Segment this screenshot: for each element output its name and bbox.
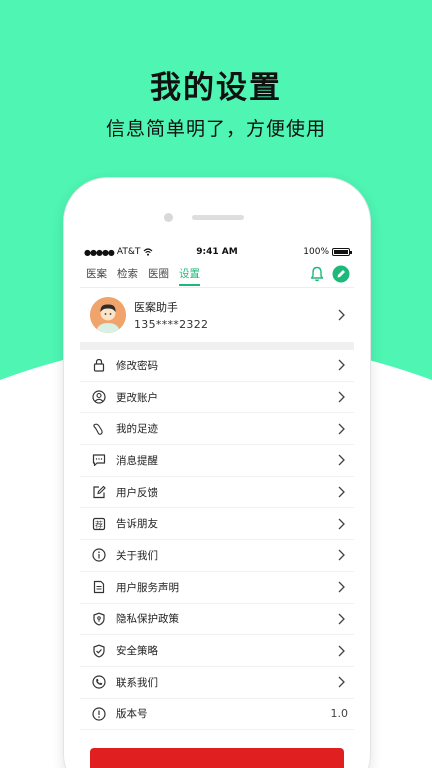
alert-icon [92,707,106,721]
menu-label: 用户反馈 [116,486,158,499]
menu-change-password[interactable]: 修改密码 [80,350,354,382]
app-screen: ●●●●● AT&T 9:41 AM 100% 医案 检索 医圈 设置 医案助手… [80,242,354,768]
document-icon [93,581,105,594]
menu-label: 更改账户 [116,391,158,404]
signal-icon: ●●●●● [84,247,115,257]
menu-label: 隐私保护政策 [116,613,179,626]
chevron-right-icon [338,613,345,625]
menu-label: 安全策略 [116,645,158,658]
earpiece-speaker [192,215,244,220]
menu-label: 关于我们 [116,549,158,562]
shield-icon [93,612,105,626]
avatar [90,297,126,333]
chevron-right-icon [338,309,345,321]
top-tab-bar: 医案 检索 医圈 设置 [80,262,354,288]
tab-circle[interactable]: 医圈 [148,266,169,284]
footprint-icon [93,423,103,435]
chevron-right-icon [338,454,345,466]
chevron-right-icon [338,645,345,656]
menu-service-statement[interactable]: 用户服务声明 [80,572,354,604]
battery-icon [332,248,352,256]
menu-contact-us[interactable]: 联系我们 [80,667,354,699]
wifi-icon [144,248,153,256]
menu-change-account[interactable]: 更改账户 [80,382,354,414]
logout-button[interactable] [90,748,344,768]
menu-notifications[interactable]: 消息提醒 [80,445,354,477]
bell-icon[interactable] [310,266,324,282]
menu-label: 告诉朋友 [116,518,158,531]
shield-check-icon [93,644,105,658]
lock-icon [93,359,105,372]
chevron-right-icon [338,676,345,688]
front-camera [164,213,173,222]
tab-yian[interactable]: 医案 [86,266,107,284]
menu-feedback[interactable]: 用户反馈 [80,477,354,509]
menu-about-us[interactable]: 关于我们 [80,540,354,572]
menu-label: 我的足迹 [116,423,158,436]
chevron-right-icon [338,486,345,498]
phone-mockup: ●●●●● AT&T 9:41 AM 100% 医案 检索 医圈 设置 医案助手… [64,178,370,768]
svg-text:荐: 荐 [95,519,103,529]
menu-label: 修改密码 [116,359,158,372]
menu-security-policy[interactable]: 安全策略 [80,635,354,667]
version-value: 1.0 [330,707,349,721]
profile-card[interactable]: 医案助手 135****2322 [80,288,354,342]
chevron-right-icon [338,581,345,593]
hero-subtitle: 信息简单明了，方便使用 [105,118,326,140]
carrier-label: AT&T [116,247,141,257]
menu-label: 联系我们 [116,676,158,689]
menu-label: 版本号 [116,708,148,721]
message-icon [92,454,106,467]
edit-icon[interactable] [332,265,350,283]
chevron-right-icon [338,359,345,371]
tab-search[interactable]: 检索 [117,266,138,284]
menu-label: 消息提醒 [116,454,158,467]
battery-percent: 100% [303,247,329,257]
status-bar: ●●●●● AT&T 9:41 AM 100% [80,242,354,262]
profile-name: 医案助手 [134,301,178,314]
menu-version: 版本号 1.0 [80,699,354,731]
chevron-right-icon [338,391,345,403]
user-circle-icon [92,390,106,404]
chevron-right-icon [338,550,345,561]
recommend-icon: 荐 [92,517,106,530]
menu-privacy-policy[interactable]: 隐私保护政策 [80,604,354,636]
info-icon [92,548,106,563]
profile-phone: 135****2322 [134,318,209,331]
chevron-right-icon [338,423,345,435]
feedback-icon [93,485,106,499]
tab-settings[interactable]: 设置 [179,266,200,286]
phone-icon [92,675,106,689]
chevron-right-icon [338,518,345,530]
section-divider [80,342,354,350]
menu-label: 用户服务声明 [116,581,179,594]
battery-level [334,250,348,254]
menu-footprints[interactable]: 我的足迹 [80,413,354,446]
hero-title: 我的设置 [150,70,282,106]
menu-tell-friends[interactable]: 荐 告诉朋友 [80,508,354,541]
